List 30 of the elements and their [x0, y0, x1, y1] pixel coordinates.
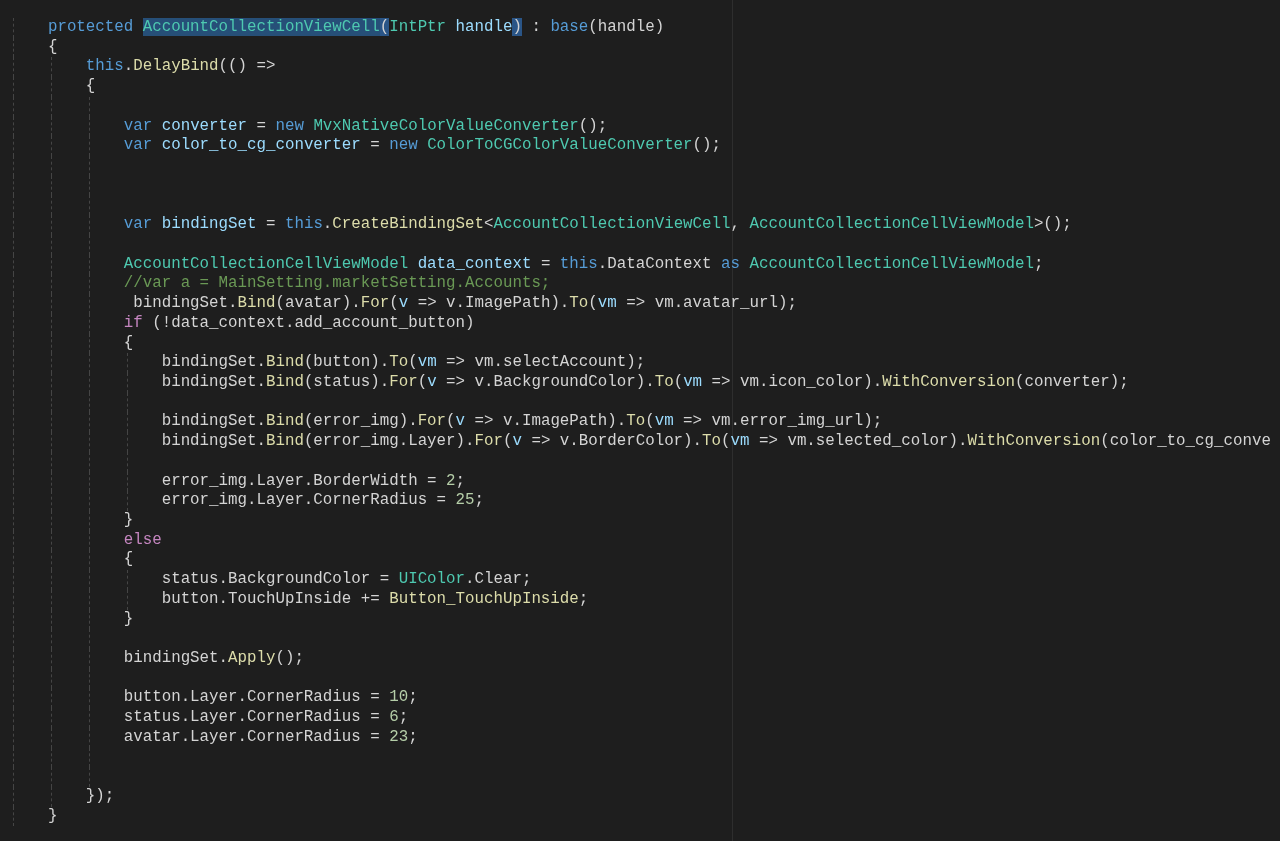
code-line: { — [84, 77, 96, 96]
code-line: } — [46, 806, 58, 825]
code-line: { — [46, 37, 58, 56]
code-line: button.Layer.CornerRadius = 10; — [122, 688, 418, 707]
code-line: status.BackgroundColor = UIColor.Clear; — [160, 570, 532, 589]
code-line: //var a = MainSetting.marketSetting.Accounts; — [122, 274, 551, 293]
code-line: bindingSet.Bind(error_img).For(v => v.ImagePath).To(vm => vm.error_img_url); — [160, 412, 883, 431]
code-line: error_img.Layer.CornerRadius = 25; — [160, 491, 484, 510]
code-line: this.DelayBind(() => — [84, 57, 276, 76]
code-line: bindingSet.Apply(); — [122, 649, 304, 667]
code-line: } — [122, 609, 134, 628]
code-line: AccountCollectionCellViewModel data_context = this.DataContext as AccountCollectionCellViewModel; — [122, 254, 1044, 273]
code-line: bindingSet.Bind(error_img.Layer).For(v => v.BorderColor).To(vm => vm.selected_color).WithConversion(color_to_cg_conve — [160, 432, 1271, 451]
code-line: { — [122, 333, 134, 352]
code-line: protected AccountCollectionViewCell(IntPtr handle) : base(handle) — [46, 18, 665, 36]
code-line: } — [122, 510, 134, 529]
code-line: }); — [84, 787, 115, 806]
code-line: var color_to_cg_converter = new ColorToCGColorValueConverter(); — [122, 136, 722, 155]
code-line: avatar.Layer.CornerRadius = 23; — [122, 727, 418, 746]
code-line: var converter = new MvxNativeColorValueConverter(); — [122, 116, 608, 135]
code-line: { — [122, 550, 134, 569]
code-line: else — [122, 530, 162, 549]
code-line: bindingSet.Bind(button).To(vm => vm.selectAccount); — [160, 353, 646, 372]
code-line: bindingSet.Bind(avatar).For(v => v.ImagePath).To(vm => vm.avatar_url); — [132, 294, 797, 313]
code-line: status.Layer.CornerRadius = 6; — [122, 708, 409, 727]
code-line: error_img.Layer.BorderWidth = 2; — [160, 471, 466, 490]
code-line: button.TouchUpInside += Button_TouchUpInside; — [160, 589, 589, 608]
code-line: if (!data_context.add_account_button) — [122, 313, 475, 332]
code-line: bindingSet.Bind(status).For(v => v.BackgroundColor).To(vm => vm.icon_color).WithConversion(converter); — [160, 372, 1129, 391]
code-line: var bindingSet = this.CreateBindingSet<AccountCollectionViewCell, AccountCollectionCellViewModel>(); — [122, 215, 1072, 234]
